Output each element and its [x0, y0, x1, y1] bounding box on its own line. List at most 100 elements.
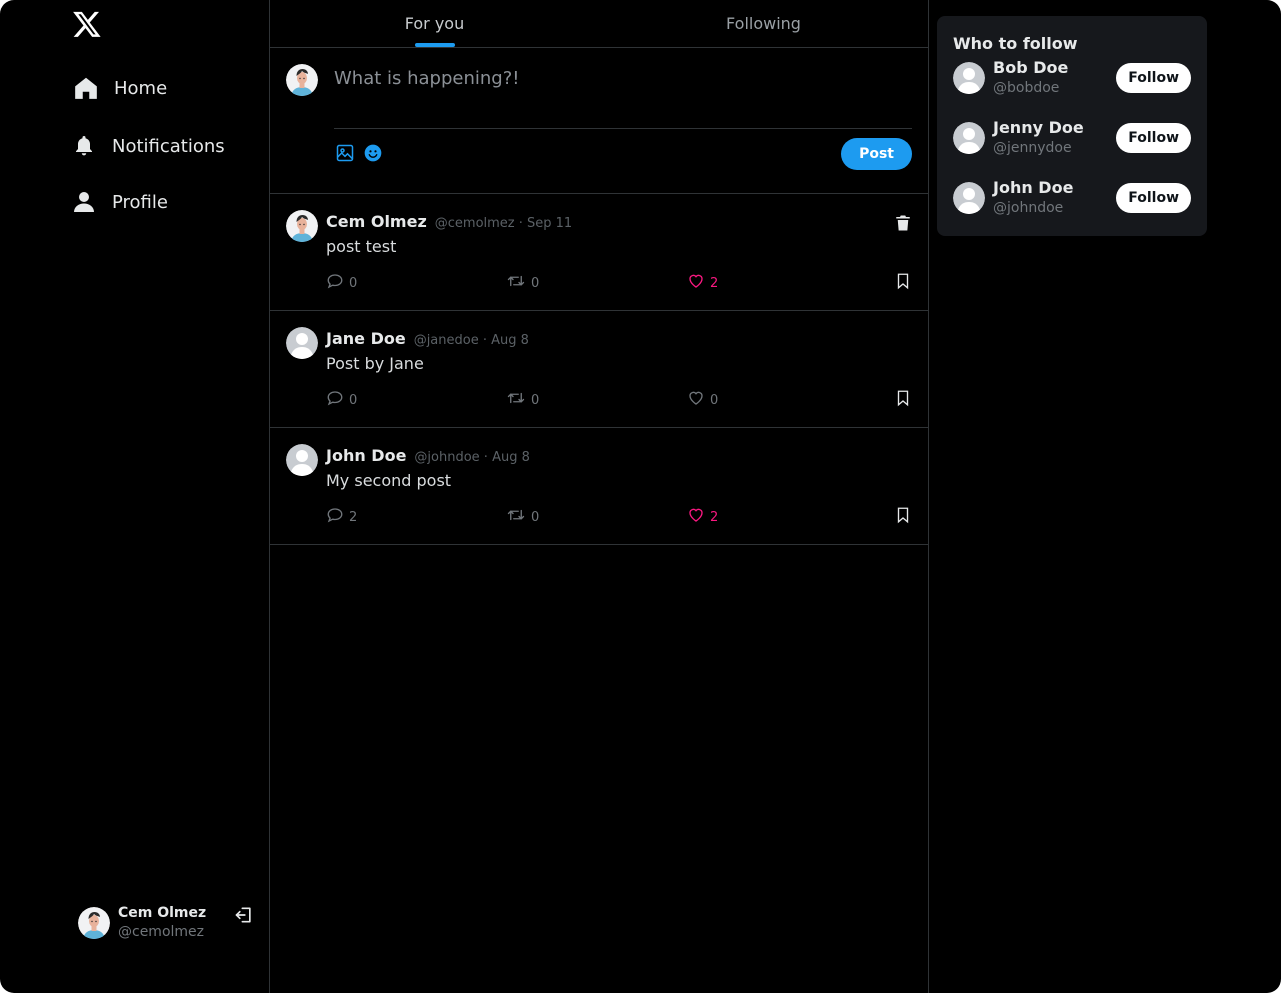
nav-home-label: Home [114, 77, 168, 99]
bookmark-icon [894, 389, 912, 411]
repost-count: 0 [531, 392, 540, 408]
reply-button[interactable]: 0 [326, 272, 357, 294]
like-button[interactable]: 2 [687, 272, 718, 294]
nav-profile[interactable]: Profile [70, 186, 168, 218]
account-info: Cem Olmez @cemolmez [118, 904, 206, 942]
image-icon[interactable] [334, 142, 356, 164]
post-button[interactable]: Post [841, 138, 912, 170]
post-text: My second post [326, 471, 452, 490]
follow-suggestion[interactable]: Bob Doe @bobdoe Follow [953, 58, 1191, 100]
repost-icon [506, 389, 526, 411]
sidebar: Home Notifications Profile Cem Olmez @ce… [0, 0, 270, 993]
heart-icon [687, 272, 705, 294]
home-icon [72, 74, 100, 102]
post-header: John Doe @johndoe · Aug 8 [326, 446, 530, 465]
timeline: For you Following What is happening?! Po… [270, 0, 929, 993]
nav-notifications[interactable]: Notifications [70, 130, 225, 162]
like-count: 0 [710, 392, 719, 408]
repost-button[interactable]: 0 [506, 389, 539, 411]
follow-button[interactable]: Follow [1116, 123, 1191, 153]
account-name: Cem Olmez [118, 905, 207, 921]
nav-home[interactable]: Home [72, 72, 167, 104]
logout-icon[interactable] [234, 905, 254, 925]
bell-icon [70, 132, 98, 160]
post-item[interactable]: John Doe @johndoe · Aug 8 My second post… [270, 428, 928, 545]
repost-count: 0 [531, 509, 540, 525]
follow-button[interactable]: Follow [1116, 63, 1191, 93]
tab-for-you[interactable]: For you [270, 0, 599, 47]
suggestion-name[interactable]: Jenny Doe [993, 118, 1084, 137]
repost-icon [506, 272, 526, 294]
avatar [953, 182, 985, 214]
suggestion-handle: @johndoe [993, 200, 1064, 216]
avatar [286, 64, 318, 96]
post-header: Cem Olmez @cemolmez · Sep 11 [326, 212, 572, 231]
bookmark-button[interactable] [894, 272, 912, 294]
who-to-follow-card: Who to follow Bob Doe @bobdoe Follow Jen… [937, 16, 1207, 236]
compose-divider [334, 128, 912, 129]
post-header: Jane Doe @janedoe · Aug 8 [326, 329, 529, 348]
repost-button[interactable]: 0 [506, 272, 539, 294]
suggestion-name[interactable]: John Doe [993, 178, 1073, 197]
bookmark-button[interactable] [894, 389, 912, 411]
post-composer: What is happening?! Post [270, 48, 928, 194]
post-text: Post by Jane [326, 354, 424, 373]
reply-button[interactable]: 0 [326, 389, 357, 411]
tab-for-you-label: For you [404, 14, 465, 33]
who-to-follow-title: Who to follow [953, 34, 1078, 53]
like-button[interactable]: 2 [687, 506, 718, 528]
like-count: 2 [710, 275, 719, 291]
reply-icon [326, 506, 344, 528]
tab-following-label: Following [726, 14, 801, 33]
avatar [953, 62, 985, 94]
tab-following[interactable]: Following [599, 0, 928, 47]
account-switcher[interactable]: Cem Olmez @cemolmez [78, 903, 258, 943]
reply-count: 0 [349, 275, 358, 291]
heart-icon [687, 506, 705, 528]
user-icon [70, 188, 98, 216]
account-handle: @cemolmez [118, 924, 205, 940]
bookmark-icon [894, 506, 912, 528]
avatar [286, 444, 318, 476]
x-logo-icon[interactable] [72, 9, 102, 39]
post-item[interactable]: Cem Olmez @cemolmez · Sep 11 post test 0… [270, 194, 928, 311]
suggestion-name[interactable]: Bob Doe [993, 58, 1068, 77]
post-item[interactable]: Jane Doe @janedoe · Aug 8 Post by Jane 0… [270, 311, 928, 428]
post-author-name[interactable]: Jane Doe [326, 329, 406, 348]
compose-tools [334, 142, 384, 164]
post-meta: @cemolmez · Sep 11 [434, 216, 573, 231]
follow-suggestion[interactable]: Jenny Doe @jennydoe Follow [953, 118, 1191, 160]
avatar [286, 210, 318, 242]
repost-button[interactable]: 0 [506, 506, 539, 528]
app-window: Home Notifications Profile Cem Olmez @ce… [0, 0, 1281, 993]
avatar [78, 907, 110, 939]
avatar [953, 122, 985, 154]
nav-notifications-label: Notifications [112, 135, 225, 157]
avatar [286, 327, 318, 359]
post-author-name[interactable]: John Doe [326, 446, 406, 465]
post-actions: 2 0 2 [326, 506, 912, 526]
reply-button[interactable]: 2 [326, 506, 357, 528]
follow-button[interactable]: Follow [1116, 183, 1191, 213]
compose-input[interactable]: What is happening?! [334, 68, 520, 89]
post-meta: @janedoe · Aug 8 [413, 333, 529, 348]
repost-icon [506, 506, 526, 528]
suggestion-handle: @jennydoe [993, 140, 1072, 156]
reply-icon [326, 389, 344, 411]
bookmark-button[interactable] [894, 506, 912, 528]
heart-icon [687, 389, 705, 411]
suggestion-handle: @bobdoe [993, 80, 1060, 96]
reply-icon [326, 272, 344, 294]
trash-icon[interactable] [894, 214, 914, 234]
active-tab-indicator [414, 43, 455, 47]
post-actions: 0 0 0 [326, 389, 912, 409]
post-author-name[interactable]: Cem Olmez [326, 212, 427, 231]
nav-profile-label: Profile [112, 191, 168, 213]
timeline-tabs: For you Following [270, 0, 928, 48]
like-button[interactable]: 0 [687, 389, 718, 411]
post-meta: @johndoe · Aug 8 [414, 450, 530, 465]
bookmark-icon [894, 272, 912, 294]
follow-suggestion[interactable]: John Doe @johndoe Follow [953, 178, 1191, 220]
emoji-icon[interactable] [362, 142, 384, 164]
post-text: post test [326, 237, 397, 256]
